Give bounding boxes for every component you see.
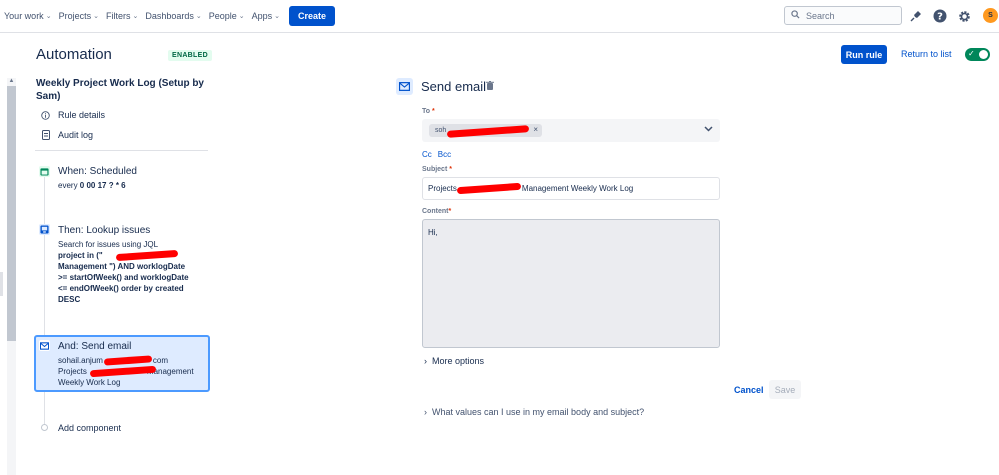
jql-line: >= startOfWeek() and worklogDate <box>58 273 189 282</box>
nav-projects[interactable]: Projects ⌄ <box>59 11 99 21</box>
audit-log-label: Audit log <box>58 130 94 140</box>
chevron-right-icon: › <box>424 356 427 366</box>
rule-details-link[interactable]: Rule details <box>41 110 105 120</box>
chevron-down-icon: ⌄ <box>45 13 52 20</box>
jql-line: DESC <box>58 295 81 304</box>
add-component-dot[interactable] <box>41 424 48 431</box>
cancel-button[interactable]: Cancel <box>734 385 764 395</box>
create-button[interactable]: Create <box>289 6 336 26</box>
chevron-down-icon: ⌄ <box>93 13 99 20</box>
nav-label: Projects <box>58 11 92 21</box>
form-title: Send email <box>421 79 487 94</box>
search-icon <box>791 10 800 21</box>
chevron-down-icon: ⌄ <box>195 13 202 20</box>
to-label-text: To <box>422 108 431 115</box>
nav-filters[interactable]: Filters ⌄ <box>106 11 138 21</box>
component-send-email[interactable]: And: Send email <box>58 341 131 352</box>
search-placeholder: Search <box>806 10 835 21</box>
email-recipient-part: com <box>152 356 169 365</box>
subject-field-label: Subject * <box>422 166 452 173</box>
calendar-icon <box>39 166 50 177</box>
nav-your-work[interactable]: Your work ⌄ <box>4 11 52 21</box>
content-field-label: Content* <box>422 208 451 215</box>
more-options-toggle[interactable]: › More options <box>424 356 484 366</box>
jql-line: Management ") AND worklogDate <box>58 262 186 271</box>
email-recipient-part: sohail.anjum <box>58 356 103 365</box>
chevron-down-icon: ⌄ <box>274 13 281 20</box>
return-to-list-link[interactable]: Return to list <box>901 49 952 59</box>
cc-bcc-links: Cc Bcc <box>422 150 451 159</box>
remove-chip-icon[interactable]: × <box>533 125 538 134</box>
settings-gear-icon[interactable] <box>956 8 972 24</box>
cron-expression: 0 00 17 ? * 6 <box>79 181 126 190</box>
component-lookup-issues[interactable]: Then: Lookup issues <box>58 225 150 236</box>
subject-suffix: Management Weekly Work Log <box>521 184 634 193</box>
jql-icon <box>39 224 50 235</box>
chevron-right-icon: › <box>424 407 427 417</box>
jql-line: <= endOfWeek() order by created <box>58 284 184 293</box>
nav-label: Dashboards <box>145 11 194 21</box>
subject-label-text: Subject <box>422 166 448 173</box>
document-icon <box>41 130 50 140</box>
to-field-label: To * <box>422 108 435 115</box>
subject-prefix: Projects <box>428 184 457 193</box>
nav-apps[interactable]: Apps ⌄ <box>252 11 280 21</box>
trash-icon[interactable] <box>486 81 494 92</box>
nav-label: Apps <box>251 11 273 21</box>
search-input[interactable]: Search <box>784 6 902 25</box>
svg-text:?: ? <box>937 12 943 23</box>
nav-label: Your work <box>4 11 44 21</box>
component-when-scheduled[interactable]: When: Scheduled <box>58 166 137 177</box>
nav-label: Filters <box>105 11 131 21</box>
schedule-cron: every 0 00 17 ? * 6 <box>58 180 126 191</box>
nav-dashboards[interactable]: Dashboards ⌄ <box>145 11 201 21</box>
values-help-label: What values can I use in my email body a… <box>432 407 645 417</box>
required-marker: * <box>432 108 435 115</box>
mail-icon <box>39 340 50 351</box>
jql-line: project in (" <box>58 251 103 260</box>
content-textarea[interactable]: Hi, <box>422 219 720 348</box>
mail-icon <box>396 78 413 95</box>
bcc-link[interactable]: Bcc <box>438 150 451 159</box>
scrollbar-thumb[interactable] <box>7 86 16 341</box>
notifications-icon[interactable] <box>908 8 924 24</box>
more-options-label: More options <box>432 356 485 366</box>
rule-name: Weekly Project Work Log (Setup by Sam) <box>36 78 204 102</box>
scroll-up-icon[interactable]: ▲ <box>7 78 16 86</box>
content-label-text: Content <box>422 208 449 215</box>
sidebar-divider <box>35 150 208 151</box>
cron-prefix: every <box>58 181 80 190</box>
toggle-knob <box>979 50 988 59</box>
sidebar-collapse-handle[interactable] <box>0 272 3 296</box>
nav-people[interactable]: People ⌄ <box>209 11 245 21</box>
required-marker: * <box>449 166 452 173</box>
cc-link[interactable]: Cc <box>422 150 432 159</box>
lookup-description: Search for issues using JQL <box>58 240 159 249</box>
nav-label: People <box>208 11 237 21</box>
avatar[interactable]: S <box>983 8 998 23</box>
save-button[interactable]: Save <box>769 380 801 399</box>
chevron-down-icon: ⌄ <box>238 13 245 20</box>
content-text: Hi, <box>428 228 438 237</box>
chevron-down-icon: ⌄ <box>132 13 139 20</box>
status-badge: ENABLED <box>168 50 212 61</box>
sidebar-scrollbar[interactable]: ▲ <box>7 78 16 475</box>
page-title: Automation <box>36 46 112 63</box>
recipient-chip-label: soh <box>435 127 447 134</box>
chevron-down-icon[interactable] <box>704 124 713 135</box>
values-help-toggle[interactable]: › What values can I use in my email body… <box>424 407 644 417</box>
help-icon[interactable]: ? <box>932 8 948 24</box>
rule-enabled-toggle[interactable]: ✓ <box>965 48 990 61</box>
email-subject-part: Projects <box>58 367 87 376</box>
add-component-link[interactable]: Add component <box>58 423 121 433</box>
rule-details-label: Rule details <box>58 110 106 120</box>
email-subject-cont: Weekly Work Log <box>58 378 121 387</box>
required-marker: * <box>448 208 452 215</box>
check-icon: ✓ <box>968 49 975 58</box>
audit-log-link[interactable]: Audit log <box>41 130 93 140</box>
run-rule-button[interactable]: Run rule <box>841 45 887 64</box>
info-icon <box>41 110 50 120</box>
